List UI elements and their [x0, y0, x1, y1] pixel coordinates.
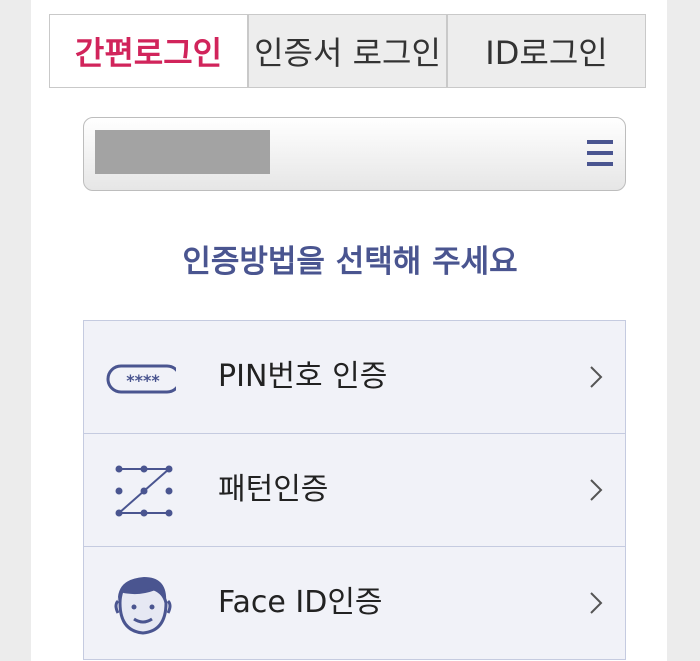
account-select[interactable] [83, 117, 626, 191]
tab-id-login[interactable]: ID로그인 [446, 15, 645, 87]
tab-simple-login[interactable]: 간편로그인 [50, 15, 247, 87]
pattern-icon [115, 465, 173, 517]
menu-icon[interactable] [587, 140, 613, 168]
method-face-id-label: Face ID인증 [218, 585, 383, 620]
svg-text:****: **** [126, 371, 160, 390]
method-pin[interactable]: **** PIN번호 인증 [84, 321, 625, 433]
pin-icon: **** [106, 364, 176, 394]
masked-account-value [95, 130, 270, 174]
auth-method-heading: 인증방법을 선택해 주세요 [182, 244, 518, 280]
chevron-right-icon [590, 479, 603, 501]
login-tabs: 간편로그인 인증서 로그인 ID로그인 [49, 14, 646, 88]
tab-certificate-login[interactable]: 인증서 로그인 [247, 15, 446, 87]
method-pattern[interactable]: 패턴인증 [84, 433, 625, 546]
chevron-right-icon [590, 592, 603, 614]
auth-method-list: **** PIN번호 인증 패턴인증 Face ID인증 [83, 320, 626, 660]
method-pattern-label: 패턴인증 [218, 472, 329, 507]
method-pin-label: PIN번호 인증 [218, 359, 388, 394]
face-id-icon [114, 577, 172, 635]
chevron-right-icon [590, 366, 603, 388]
method-face-id[interactable]: Face ID인증 [84, 546, 625, 659]
